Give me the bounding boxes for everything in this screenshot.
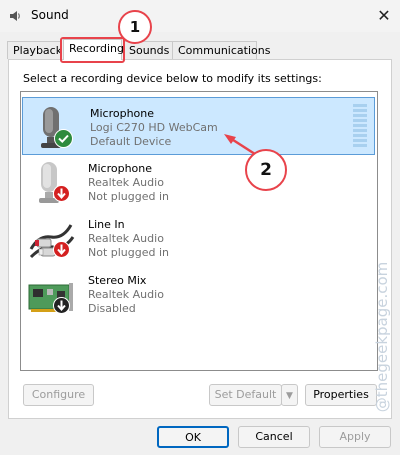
watermark: @thegeekpage.com <box>372 232 392 447</box>
tab-sounds[interactable]: Sounds <box>123 41 173 59</box>
device-name: Line In <box>88 218 125 231</box>
ok-button[interactable]: OK <box>157 426 229 448</box>
down-arrow-icon <box>53 185 70 202</box>
device-list: Microphone Logi C270 HD WebCam Default D… <box>20 91 378 371</box>
list-item[interactable]: Microphone Logi C270 HD WebCam Default D… <box>22 97 375 155</box>
watermark-text: @thegeekpage.com <box>373 261 391 413</box>
device-description: Logi C270 HD WebCam <box>90 121 218 134</box>
instruction-text: Select a recording device below to modif… <box>23 72 322 85</box>
set-default-button[interactable]: Set Default <box>209 384 282 406</box>
cancel-button[interactable]: Cancel <box>238 426 310 448</box>
list-item[interactable]: Stereo Mix Realtek Audio Disabled <box>21 265 377 325</box>
list-item[interactable]: Line In Realtek Audio Not plugged in <box>21 209 377 269</box>
device-status: Disabled <box>88 302 136 315</box>
speaker-icon <box>10 11 20 21</box>
check-icon <box>54 129 73 148</box>
device-status: Default Device <box>90 135 172 148</box>
tab-playback[interactable]: Playback <box>7 41 62 59</box>
device-description: Realtek Audio <box>88 232 164 245</box>
title-bar: Sound ✕ <box>0 0 400 32</box>
chevron-down-icon: ▼ <box>286 391 293 401</box>
close-button[interactable]: ✕ <box>372 4 396 28</box>
list-item[interactable]: Microphone Realtek Audio Not plugged in <box>21 153 377 213</box>
down-arrow-icon <box>53 297 70 314</box>
step-callout: 1 <box>118 10 152 44</box>
level-meter <box>353 104 367 147</box>
device-name: Stereo Mix <box>88 274 147 287</box>
down-arrow-icon <box>53 241 70 258</box>
device-description: Realtek Audio <box>88 288 164 301</box>
device-name: Microphone <box>88 162 153 175</box>
recording-tab-highlight <box>60 37 125 63</box>
device-status: Not plugged in <box>88 246 170 259</box>
step-callout: 2 <box>245 149 287 191</box>
configure-button[interactable]: Configure <box>23 384 94 406</box>
device-status: Not plugged in <box>88 190 170 203</box>
device-description: Realtek Audio <box>88 176 164 189</box>
tab-communications[interactable]: Communications <box>172 41 270 59</box>
window-title: Sound <box>31 8 69 22</box>
set-default-dropdown[interactable]: ▼ <box>281 384 298 406</box>
properties-button[interactable]: Properties <box>305 384 377 406</box>
device-name: Microphone <box>90 107 155 120</box>
